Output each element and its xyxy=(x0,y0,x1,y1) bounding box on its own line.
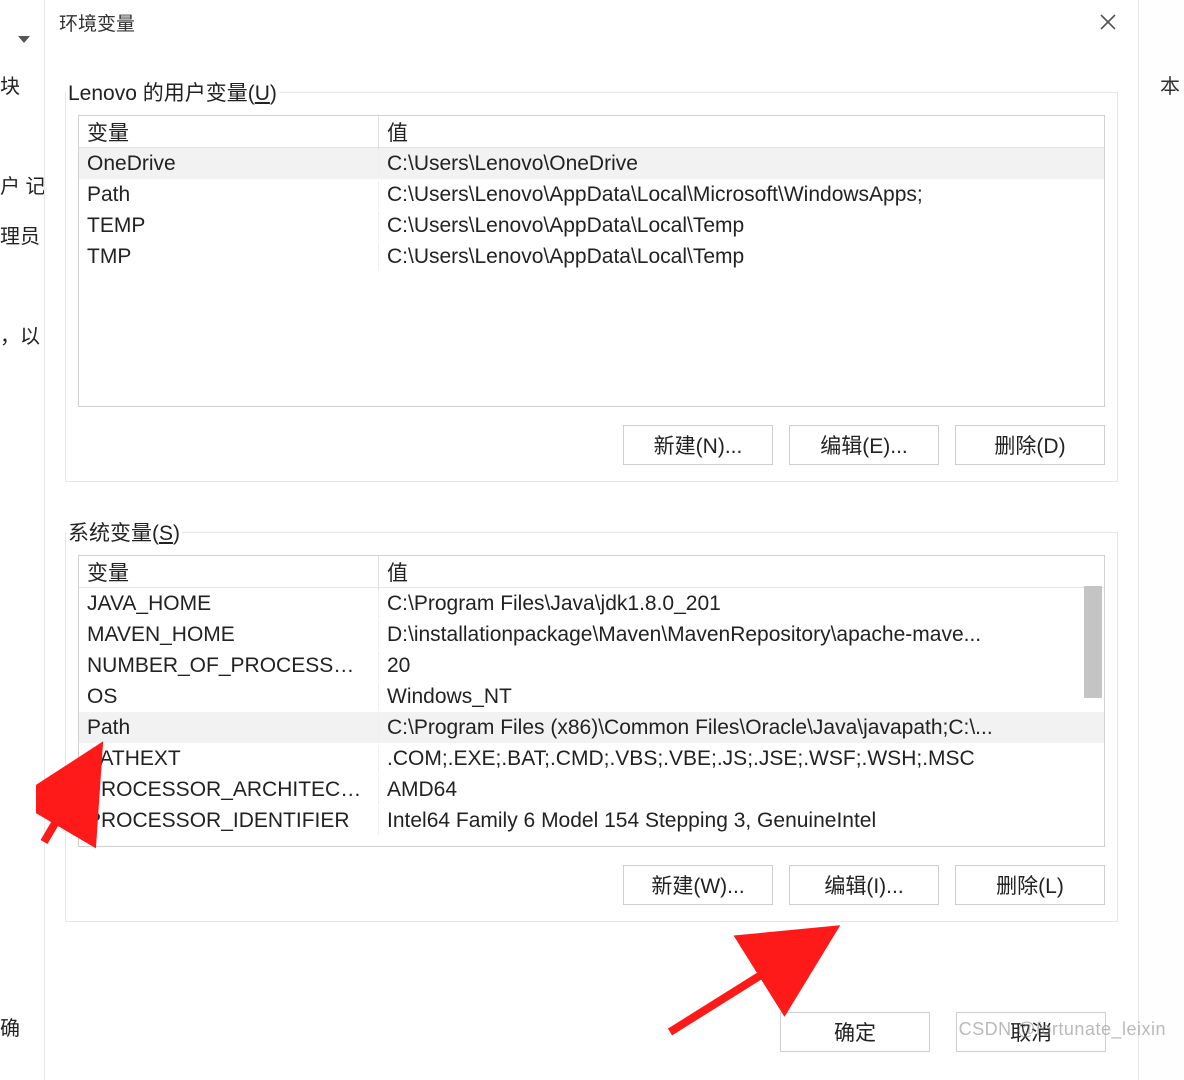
cell-variable: Path xyxy=(79,714,379,742)
table-row[interactable]: PROCESSOR_IDENTIFIERIntel64 Family 6 Mod… xyxy=(79,805,1104,836)
col-header-variable[interactable]: 变量 xyxy=(79,114,379,150)
cell-variable: MAVEN_HOME xyxy=(79,621,379,649)
dropdown-caret-icon xyxy=(18,36,30,43)
watermark: CSDN @fortunate_leixin xyxy=(959,1019,1166,1040)
close-icon xyxy=(1100,14,1116,30)
cell-value: AMD64 xyxy=(379,776,1104,804)
cell-value: 20 xyxy=(379,652,1104,680)
table-row[interactable]: OSWindows_NT xyxy=(79,681,1104,712)
cell-variable: TEMP xyxy=(79,212,379,240)
cell-variable: OS xyxy=(79,683,379,711)
sys-delete-button[interactable]: 删除(L) xyxy=(955,865,1105,905)
table-row[interactable]: OneDriveC:\Users\Lenovo\OneDrive xyxy=(79,148,1104,179)
table-row[interactable]: PROCESSOR_ARCHITECTU...AMD64 xyxy=(79,774,1104,805)
cell-value: C:\Program Files\Java\jdk1.8.0_201 xyxy=(379,590,1104,618)
user-new-button[interactable]: 新建(N)... xyxy=(623,425,773,465)
cell-value: D:\installationpackage\Maven\MavenReposi… xyxy=(379,621,1104,649)
background-partial-window: 块 户 记 理员 ，以 确 xyxy=(0,0,48,1080)
col-header-value[interactable]: 值 xyxy=(379,556,1104,590)
cell-variable: PATHEXT xyxy=(79,745,379,773)
cell-value: C:\Users\Lenovo\AppData\Local\Microsoft\… xyxy=(379,181,1104,209)
user-variables-label: Lenovo 的用户变量(U) xyxy=(66,77,279,107)
table-row[interactable]: TEMPC:\Users\Lenovo\AppData\Local\Temp xyxy=(79,210,1104,241)
col-header-value[interactable]: 值 xyxy=(379,114,1104,150)
cell-value: C:\Program Files (x86)\Common Files\Orac… xyxy=(379,714,1104,742)
system-variables-list[interactable]: 变量 值 JAVA_HOMEC:\Program Files\Java\jdk1… xyxy=(78,555,1105,847)
close-button[interactable] xyxy=(1092,6,1124,38)
cell-variable: PROCESSOR_IDENTIFIER xyxy=(79,807,379,835)
table-row[interactable]: NUMBER_OF_PROCESSORS20 xyxy=(79,650,1104,681)
cell-variable: OneDrive xyxy=(79,150,379,178)
user-variables-list[interactable]: 变量 值 OneDriveC:\Users\Lenovo\OneDrivePat… xyxy=(78,115,1105,407)
cell-value: .COM;.EXE;.BAT;.CMD;.VBS;.VBE;.JS;.JSE;.… xyxy=(379,745,1104,773)
environment-variables-dialog: 环境变量 Lenovo 的用户变量(U) 变量 值 OneDriveC:\U xyxy=(44,0,1139,1080)
cell-value: C:\Users\Lenovo\AppData\Local\Temp xyxy=(379,243,1104,271)
bg-text: 户 记 xyxy=(0,170,46,199)
col-header-variable[interactable]: 变量 xyxy=(79,556,379,590)
cell-value: Windows_NT xyxy=(379,683,1104,711)
system-variables-label: 系统变量(S) xyxy=(66,517,182,547)
cell-value: C:\Users\Lenovo\AppData\Local\Temp xyxy=(379,212,1104,240)
list-header: 变量 值 xyxy=(79,556,1104,588)
user-edit-button[interactable]: 编辑(E)... xyxy=(789,425,939,465)
cell-value: Intel64 Family 6 Model 154 Stepping 3, G… xyxy=(379,807,1104,835)
bg-text: 块 xyxy=(0,70,20,99)
cell-variable: PROCESSOR_ARCHITECTU... xyxy=(79,776,379,804)
cell-variable: JAVA_HOME xyxy=(79,590,379,618)
user-delete-button[interactable]: 删除(D) xyxy=(955,425,1105,465)
bg-text: ，以 xyxy=(0,320,40,349)
table-row[interactable]: TMPC:\Users\Lenovo\AppData\Local\Temp xyxy=(79,241,1104,272)
bg-text: 本 xyxy=(1160,70,1180,99)
table-row[interactable]: MAVEN_HOMED:\installationpackage\Maven\M… xyxy=(79,619,1104,650)
table-row[interactable]: PathC:\Program Files (x86)\Common Files\… xyxy=(79,712,1104,743)
table-row[interactable]: JAVA_HOMEC:\Program Files\Java\jdk1.8.0_… xyxy=(79,588,1104,619)
sys-edit-button[interactable]: 编辑(I)... xyxy=(789,865,939,905)
scrollbar-thumb[interactable] xyxy=(1084,586,1102,698)
list-header: 变量 值 xyxy=(79,116,1104,148)
cell-variable: TMP xyxy=(79,243,379,271)
dialog-titlebar: 环境变量 xyxy=(45,0,1138,44)
cell-value: C:\Users\Lenovo\OneDrive xyxy=(379,150,1104,178)
bg-text: 理员 xyxy=(0,220,40,249)
dialog-title: 环境变量 xyxy=(59,9,135,36)
table-row[interactable]: PATHEXT.COM;.EXE;.BAT;.CMD;.VBS;.VBE;.JS… xyxy=(79,743,1104,774)
user-variables-group: Lenovo 的用户变量(U) 变量 值 OneDriveC:\Users\Le… xyxy=(65,92,1118,482)
cell-variable: NUMBER_OF_PROCESSORS xyxy=(79,652,379,680)
system-variables-group: 系统变量(S) 变量 值 JAVA_HOMEC:\Program Files\J… xyxy=(65,532,1118,922)
bg-text: 确 xyxy=(0,1012,20,1041)
table-row[interactable]: PathC:\Users\Lenovo\AppData\Local\Micros… xyxy=(79,179,1104,210)
sys-new-button[interactable]: 新建(W)... xyxy=(623,865,773,905)
background-partial-right: 本 xyxy=(1144,0,1184,1080)
cell-variable: Path xyxy=(79,181,379,209)
ok-button[interactable]: 确定 xyxy=(780,1012,930,1052)
